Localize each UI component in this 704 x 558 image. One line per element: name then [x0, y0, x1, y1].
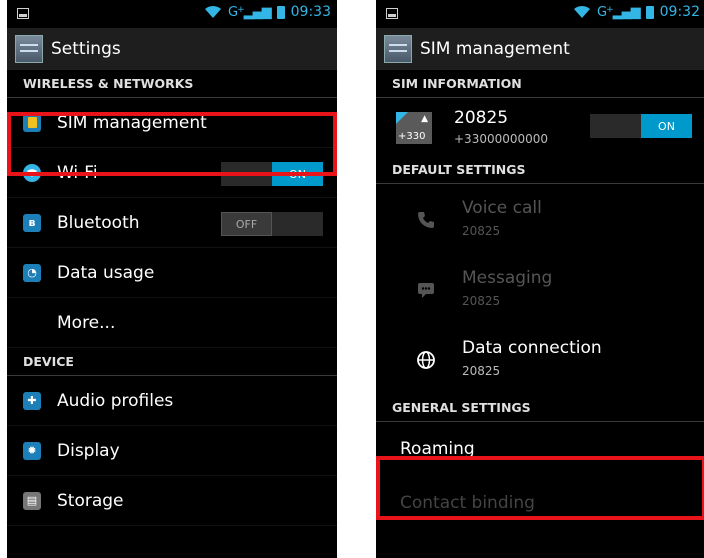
bluetooth-toggle[interactable]: OFF [221, 212, 323, 236]
default-item-value: 20825 [462, 364, 501, 378]
default-item-messaging[interactable]: Messaging 20825 [376, 254, 704, 324]
settings-screen: G+▂▄▆ 09:33 Settings WIRELESS & NETWORKS… [7, 0, 337, 558]
bluetooth-icon: ʙ [23, 213, 41, 232]
settings-item-label: Display [57, 440, 120, 461]
section-header-sim-information: SIM INFORMATION [376, 70, 704, 98]
network-type-icon: G+▂▄▆ [597, 4, 641, 20]
notification-icon [386, 8, 398, 19]
data-usage-icon: ◔ [23, 263, 41, 282]
sim-toggle[interactable]: ON [590, 114, 692, 138]
default-item-value: 20825 [462, 224, 501, 238]
settings-item-data-usage[interactable]: ◔ Data usage [7, 248, 337, 298]
sim-management-screen: G+▂▄▆ 09:32 SIM management SIM INFORMATI… [376, 0, 704, 558]
page-title: SIM management [420, 39, 570, 59]
default-item-voice-call[interactable]: Voice call 20825 [376, 184, 704, 254]
storage-icon: ▤ [23, 491, 41, 510]
sim-number: +33000000000 [454, 132, 549, 146]
sim-card-badge: ▲ +330 [396, 112, 432, 144]
signal-arrow-icon: ▲ [421, 114, 428, 124]
section-header-wireless: WIRELESS & NETWORKS [7, 70, 337, 98]
status-time: 09:33 [290, 4, 331, 20]
sim-info-row[interactable]: ▲ +330 20825 +33000000000 ON [376, 98, 704, 156]
default-item-label: Messaging [462, 268, 553, 288]
section-header-general-settings: GENERAL SETTINGS [376, 394, 704, 422]
settings-item-label: Audio profiles [57, 390, 174, 411]
battery-icon [276, 5, 285, 19]
action-bar: SIM management [376, 28, 704, 70]
settings-item-label: Data usage [57, 262, 155, 283]
default-item-label: Data connection [462, 338, 602, 358]
default-item-value: 20825 [462, 294, 501, 308]
sim-toggle-state: ON [641, 114, 692, 138]
default-item-data-connection[interactable]: Data connection 20825 [376, 324, 704, 394]
audio-profiles-icon: ✚ [23, 391, 41, 410]
settings-item-more[interactable]: More... [7, 298, 337, 348]
display-icon: ✹ [23, 441, 41, 460]
action-bar: Settings [7, 28, 337, 70]
message-icon [418, 283, 434, 298]
settings-item-storage[interactable]: ▤ Storage [7, 476, 337, 526]
settings-item-label: Storage [57, 490, 124, 511]
settings-item-bluetooth[interactable]: ʙ Bluetooth OFF [7, 198, 337, 248]
sim-badge-number: +330 [398, 131, 426, 142]
status-bar: G+▂▄▆ 09:32 [376, 0, 704, 28]
phone-icon [418, 212, 434, 228]
highlight-box [376, 456, 704, 520]
page-title: Settings [51, 39, 121, 59]
settings-item-audio-profiles[interactable]: ✚ Audio profiles [7, 376, 337, 426]
blank-icon [23, 314, 41, 332]
globe-icon [417, 351, 435, 369]
settings-item-label: Bluetooth [57, 212, 140, 233]
status-time: 09:32 [659, 4, 700, 20]
sim-name: 20825 [454, 108, 509, 128]
notification-icon [17, 8, 29, 19]
wifi-signal-icon [205, 5, 222, 18]
settings-item-display[interactable]: ✹ Display [7, 426, 337, 476]
status-bar: G+▂▄▆ 09:33 [7, 0, 337, 28]
bluetooth-toggle-state: OFF [221, 212, 272, 236]
settings-app-icon[interactable] [384, 35, 412, 63]
network-type-icon: G+▂▄▆ [228, 4, 272, 20]
settings-app-icon[interactable] [15, 35, 43, 63]
wifi-signal-icon [574, 5, 591, 18]
battery-icon [645, 5, 654, 19]
section-header-default-settings: DEFAULT SETTINGS [376, 156, 704, 184]
section-header-device: DEVICE [7, 348, 337, 376]
settings-item-label: More... [57, 312, 116, 333]
default-item-label: Voice call [462, 198, 542, 218]
highlight-box [7, 112, 337, 176]
